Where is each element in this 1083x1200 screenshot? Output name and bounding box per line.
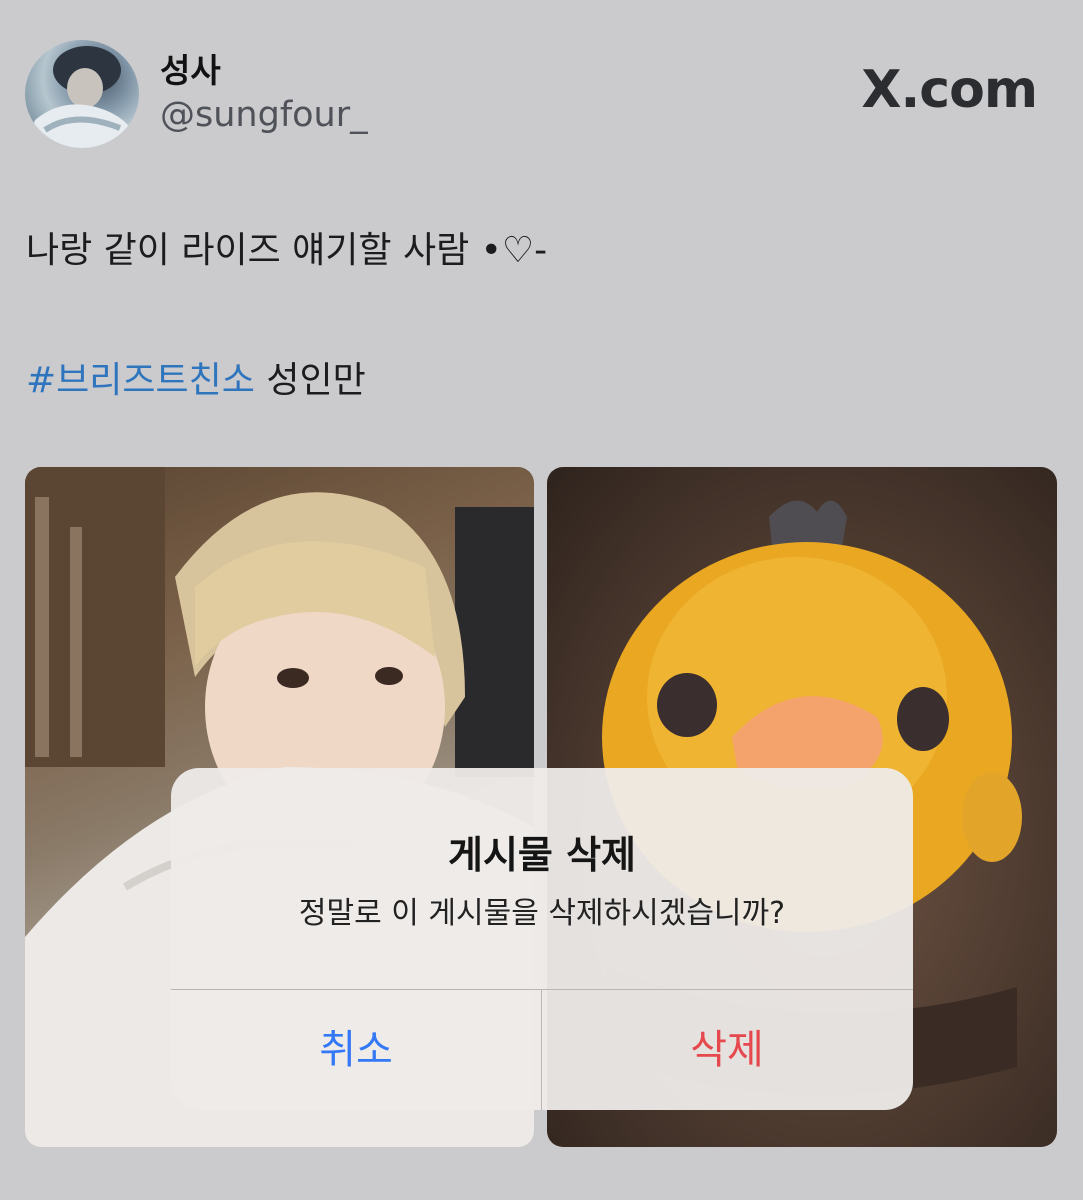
delete-button[interactable]: 삭제: [542, 990, 912, 1110]
user-handle[interactable]: @sungfour_: [160, 95, 368, 135]
dialog-title: 게시물 삭제: [447, 833, 637, 877]
hashtag-link[interactable]: #브리즈트친소: [26, 360, 255, 401]
tweet-text: 나랑 같이 라이즈 얘기할 사람 •♡-: [26, 230, 548, 271]
delete-post-dialog: 게시물 삭제 정말로 이 게시물을 삭제하시겠습니까? 취소 삭제: [171, 768, 913, 1110]
tweet-text-line2: #브리즈트친소 성인만: [26, 351, 366, 403]
avatar[interactable]: [25, 40, 139, 148]
display-name[interactable]: 성사: [160, 44, 221, 92]
tweet-text-suffix: 성인만: [254, 360, 366, 401]
x-brand-logo: X.com: [861, 60, 1038, 120]
cancel-button[interactable]: 취소: [171, 990, 541, 1110]
dialog-message: 정말로 이 게시물을 삭제하시겠습니까?: [298, 896, 786, 931]
